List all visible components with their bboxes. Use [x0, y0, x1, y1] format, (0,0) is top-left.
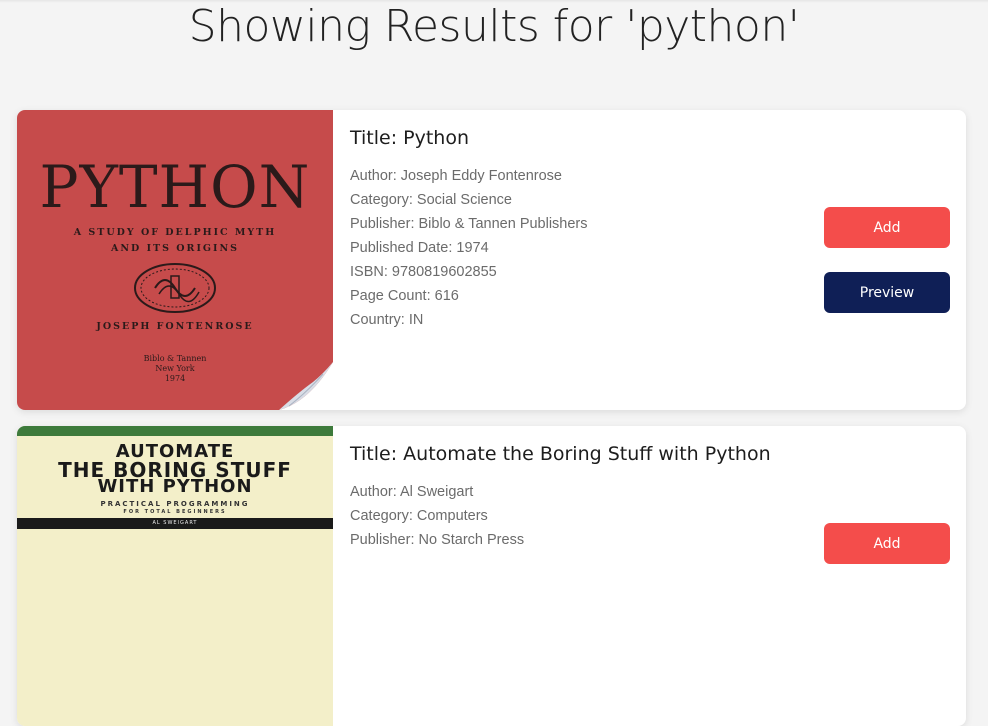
- book-cover-image[interactable]: PYTHON A STUDY OF DELPHIC MYTH AND ITS O…: [17, 110, 333, 410]
- cover-subtitle: A STUDY OF DELPHIC MYTH: [73, 227, 277, 238]
- cover-author: JOSEPH FONTENROSE: [96, 321, 254, 332]
- cover-subtitle: AND ITS ORIGINS: [111, 243, 239, 254]
- book-title[interactable]: Title: Automate the Boring Stuff with Py…: [350, 442, 810, 466]
- book-cover-image[interactable]: AUTOMATE THE BORING STUFF WITH PYTHON PR…: [17, 426, 333, 726]
- cover-subtitle: PRACTICAL PROGRAMMING: [100, 500, 250, 508]
- book-info: Title: Automate the Boring Stuff with Py…: [350, 426, 810, 552]
- add-button[interactable]: Add: [824, 523, 950, 564]
- page-curl-icon: [279, 362, 333, 410]
- serpent-emblem-icon: [134, 263, 216, 313]
- country-text: Country: IN: [350, 312, 424, 328]
- cover-title-line: WITH PYTHON: [97, 476, 253, 497]
- book-title[interactable]: Title: Python: [350, 126, 810, 150]
- cover-title: PYTHON: [39, 153, 311, 221]
- add-button[interactable]: Add: [824, 207, 950, 248]
- page-title: Showing Results for 'python': [188, 1, 800, 52]
- book-meta: Author: Joseph Eddy Fontenrose Category:…: [350, 164, 810, 332]
- publisher-text: Publisher: Biblo & Tannen Publishers: [350, 216, 588, 232]
- author-text: Author: Joseph Eddy Fontenrose: [350, 168, 562, 184]
- book-info: Title: Python Author: Joseph Eddy Fonten…: [350, 110, 810, 332]
- page-count-text: Page Count: 616: [350, 288, 459, 304]
- category-text: Category: Computers: [350, 508, 488, 524]
- result-card: PYTHON A STUDY OF DELPHIC MYTH AND ITS O…: [17, 110, 966, 410]
- author-text: Author: Al Sweigart: [350, 484, 474, 500]
- category-text: Category: Social Science: [350, 192, 512, 208]
- cover-subtitle: FOR TOTAL BEGINNERS: [123, 509, 227, 515]
- isbn-text: ISBN: 9780819602855: [350, 264, 497, 280]
- published-date-text: Published Date: 1974: [350, 240, 489, 256]
- result-card: AUTOMATE THE BORING STUFF WITH PYTHON PR…: [17, 426, 966, 726]
- cover-top-band: [17, 426, 333, 436]
- publisher-text: Publisher: No Starch Press: [350, 532, 525, 548]
- preview-button[interactable]: Preview: [824, 272, 950, 313]
- book-meta: Author: Al Sweigart Category: Computers …: [350, 480, 810, 552]
- cover-author-bar: AL SWEIGART: [17, 518, 333, 529]
